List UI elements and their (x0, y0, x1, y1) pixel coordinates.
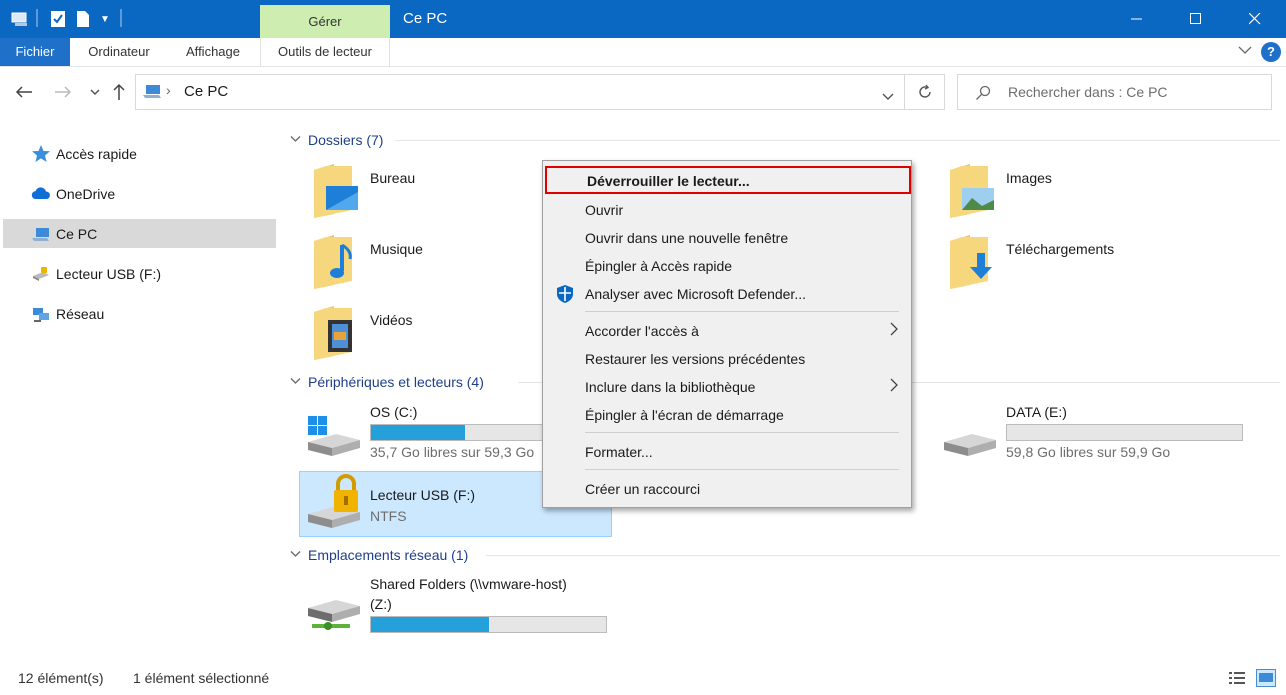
menu-item-format[interactable]: Formater... (543, 438, 911, 466)
tab-file[interactable]: Fichier (0, 38, 70, 66)
tab-view[interactable]: Affichage (176, 38, 250, 66)
chevron-right-icon (889, 377, 899, 396)
menu-item-scan-defender[interactable]: Analyser avec Microsoft Defender... (543, 280, 911, 308)
maximize-button[interactable] (1167, 0, 1225, 38)
menu-separator (585, 432, 899, 433)
menu-item-unlock-drive[interactable]: Déverrouiller le lecteur... (545, 166, 911, 194)
menu-item-create-shortcut[interactable]: Créer un raccourci (543, 475, 911, 503)
pictures-folder-icon (948, 162, 998, 221)
drive-usage-bar (1006, 424, 1243, 441)
tab-computer[interactable]: Ordinateur (78, 38, 160, 66)
manage-tab-header[interactable]: Gérer (260, 5, 390, 38)
recent-locations-icon[interactable] (83, 80, 107, 104)
drive-usage-bar (370, 616, 607, 633)
explorer-icon[interactable] (10, 9, 32, 29)
separator (36, 9, 38, 27)
chevron-right-icon (889, 321, 899, 340)
drive-usage-fill (371, 617, 489, 632)
drive-usage-fill (371, 425, 465, 440)
sidebar-item-usb-drive[interactable]: Lecteur USB (F:) (3, 259, 276, 288)
network-drive-item-z[interactable]: Shared Folders (\\vmware-host) (Z:) (300, 574, 620, 638)
menu-item-restore-versions[interactable]: Restaurer les versions précédentes (543, 345, 911, 373)
breadcrumb-chevron-icon[interactable]: › (166, 82, 171, 98)
back-arrow-icon[interactable] (12, 80, 36, 104)
sidebar-item-network[interactable]: Réseau (3, 299, 276, 328)
downloads-folder-icon (948, 233, 998, 292)
tiles-view-icon[interactable] (1256, 669, 1276, 690)
system-drive-icon (306, 414, 362, 463)
tab-drive-tools[interactable]: Outils de lecteur (260, 38, 390, 66)
sidebar-item-onedrive[interactable]: OneDrive (3, 179, 276, 208)
item-count: 12 élément(s) (18, 670, 104, 686)
hard-drive-icon (942, 414, 998, 463)
menu-item-pin-quick-access[interactable]: Épingler à Accès rapide (543, 252, 911, 280)
group-header-network[interactable]: Emplacements réseau (1) (290, 545, 1280, 565)
music-folder-icon (312, 233, 362, 292)
sidebar-item-this-pc[interactable]: Ce PC (3, 219, 276, 248)
up-arrow-icon[interactable] (107, 80, 131, 104)
computer-icon (142, 84, 162, 103)
breadcrumb[interactable]: Ce PC (184, 83, 228, 100)
chevron-down-icon (290, 549, 302, 561)
usb-drive-icon (31, 264, 51, 284)
search-input[interactable]: Rechercher dans : Ce PC (957, 74, 1272, 110)
chevron-down-icon (290, 376, 302, 388)
help-icon[interactable]: ? (1261, 42, 1281, 62)
title-bar: ▼ Gérer Ce PC (0, 0, 1286, 38)
chevron-down-icon (290, 134, 302, 146)
address-bar[interactable]: › Ce PC (135, 74, 905, 110)
ribbon-tabs: Fichier Ordinateur Affichage Outils de l… (0, 38, 1286, 67)
customize-toolbar-icon[interactable]: ▼ (98, 9, 112, 29)
menu-item-include-library[interactable]: Inclure dans la bibliothèque (543, 373, 911, 401)
address-row: › Ce PC Rechercher dans : Ce PC (0, 68, 1286, 116)
selection-count: 1 élément sélectionné (133, 670, 270, 686)
divider (395, 140, 1280, 141)
minimize-button[interactable] (1108, 0, 1166, 38)
menu-separator (585, 311, 899, 312)
refresh-button[interactable] (905, 74, 945, 110)
desktop-folder-icon (312, 162, 362, 221)
drive-item-e[interactable]: DATA (E:) 59,8 Go libres sur 59,9 Go (936, 400, 1256, 464)
navigation-pane: Accès rapide OneDrive Ce PC Lecteur USB … (0, 116, 278, 662)
computer-icon (31, 224, 51, 244)
menu-item-open-new-window[interactable]: Ouvrir dans une nouvelle fenêtre (543, 224, 911, 252)
status-bar: 12 élément(s) 1 élément sélectionné (0, 662, 1286, 695)
network-icon (31, 304, 51, 324)
address-dropdown-icon[interactable] (882, 88, 894, 104)
context-menu: Déverrouiller le lecteur... Ouvrir Ouvri… (542, 160, 912, 508)
menu-item-pin-start[interactable]: Épingler à l'écran de démarrage (543, 401, 911, 429)
search-icon (975, 85, 991, 104)
folder-item-pictures[interactable]: Images (936, 158, 1236, 220)
network-drive-icon (306, 588, 362, 637)
details-view-icon[interactable] (1228, 671, 1246, 688)
new-folder-icon[interactable] (74, 9, 92, 29)
separator (120, 9, 122, 27)
properties-icon[interactable] (48, 9, 68, 29)
forward-arrow-icon[interactable] (51, 80, 75, 104)
locked-usb-drive-icon (306, 474, 362, 535)
cloud-icon (31, 184, 51, 204)
sidebar-item-quick-access[interactable]: Accès rapide (3, 139, 276, 168)
expand-ribbon-icon[interactable] (1238, 44, 1252, 58)
close-button[interactable] (1226, 0, 1284, 38)
videos-folder-icon (312, 304, 362, 363)
menu-separator (585, 469, 899, 470)
group-header-folders[interactable]: Dossiers (7) (290, 130, 1280, 150)
menu-item-give-access[interactable]: Accorder l'accès à (543, 317, 911, 345)
refresh-icon (918, 84, 931, 98)
folder-item-downloads[interactable]: Téléchargements (936, 229, 1236, 291)
search-placeholder: Rechercher dans : Ce PC (1008, 84, 1168, 100)
menu-item-open[interactable]: Ouvrir (543, 196, 911, 224)
defender-shield-icon (555, 284, 575, 307)
window-title: Ce PC (403, 10, 448, 27)
divider (486, 555, 1280, 556)
star-icon (31, 144, 51, 164)
